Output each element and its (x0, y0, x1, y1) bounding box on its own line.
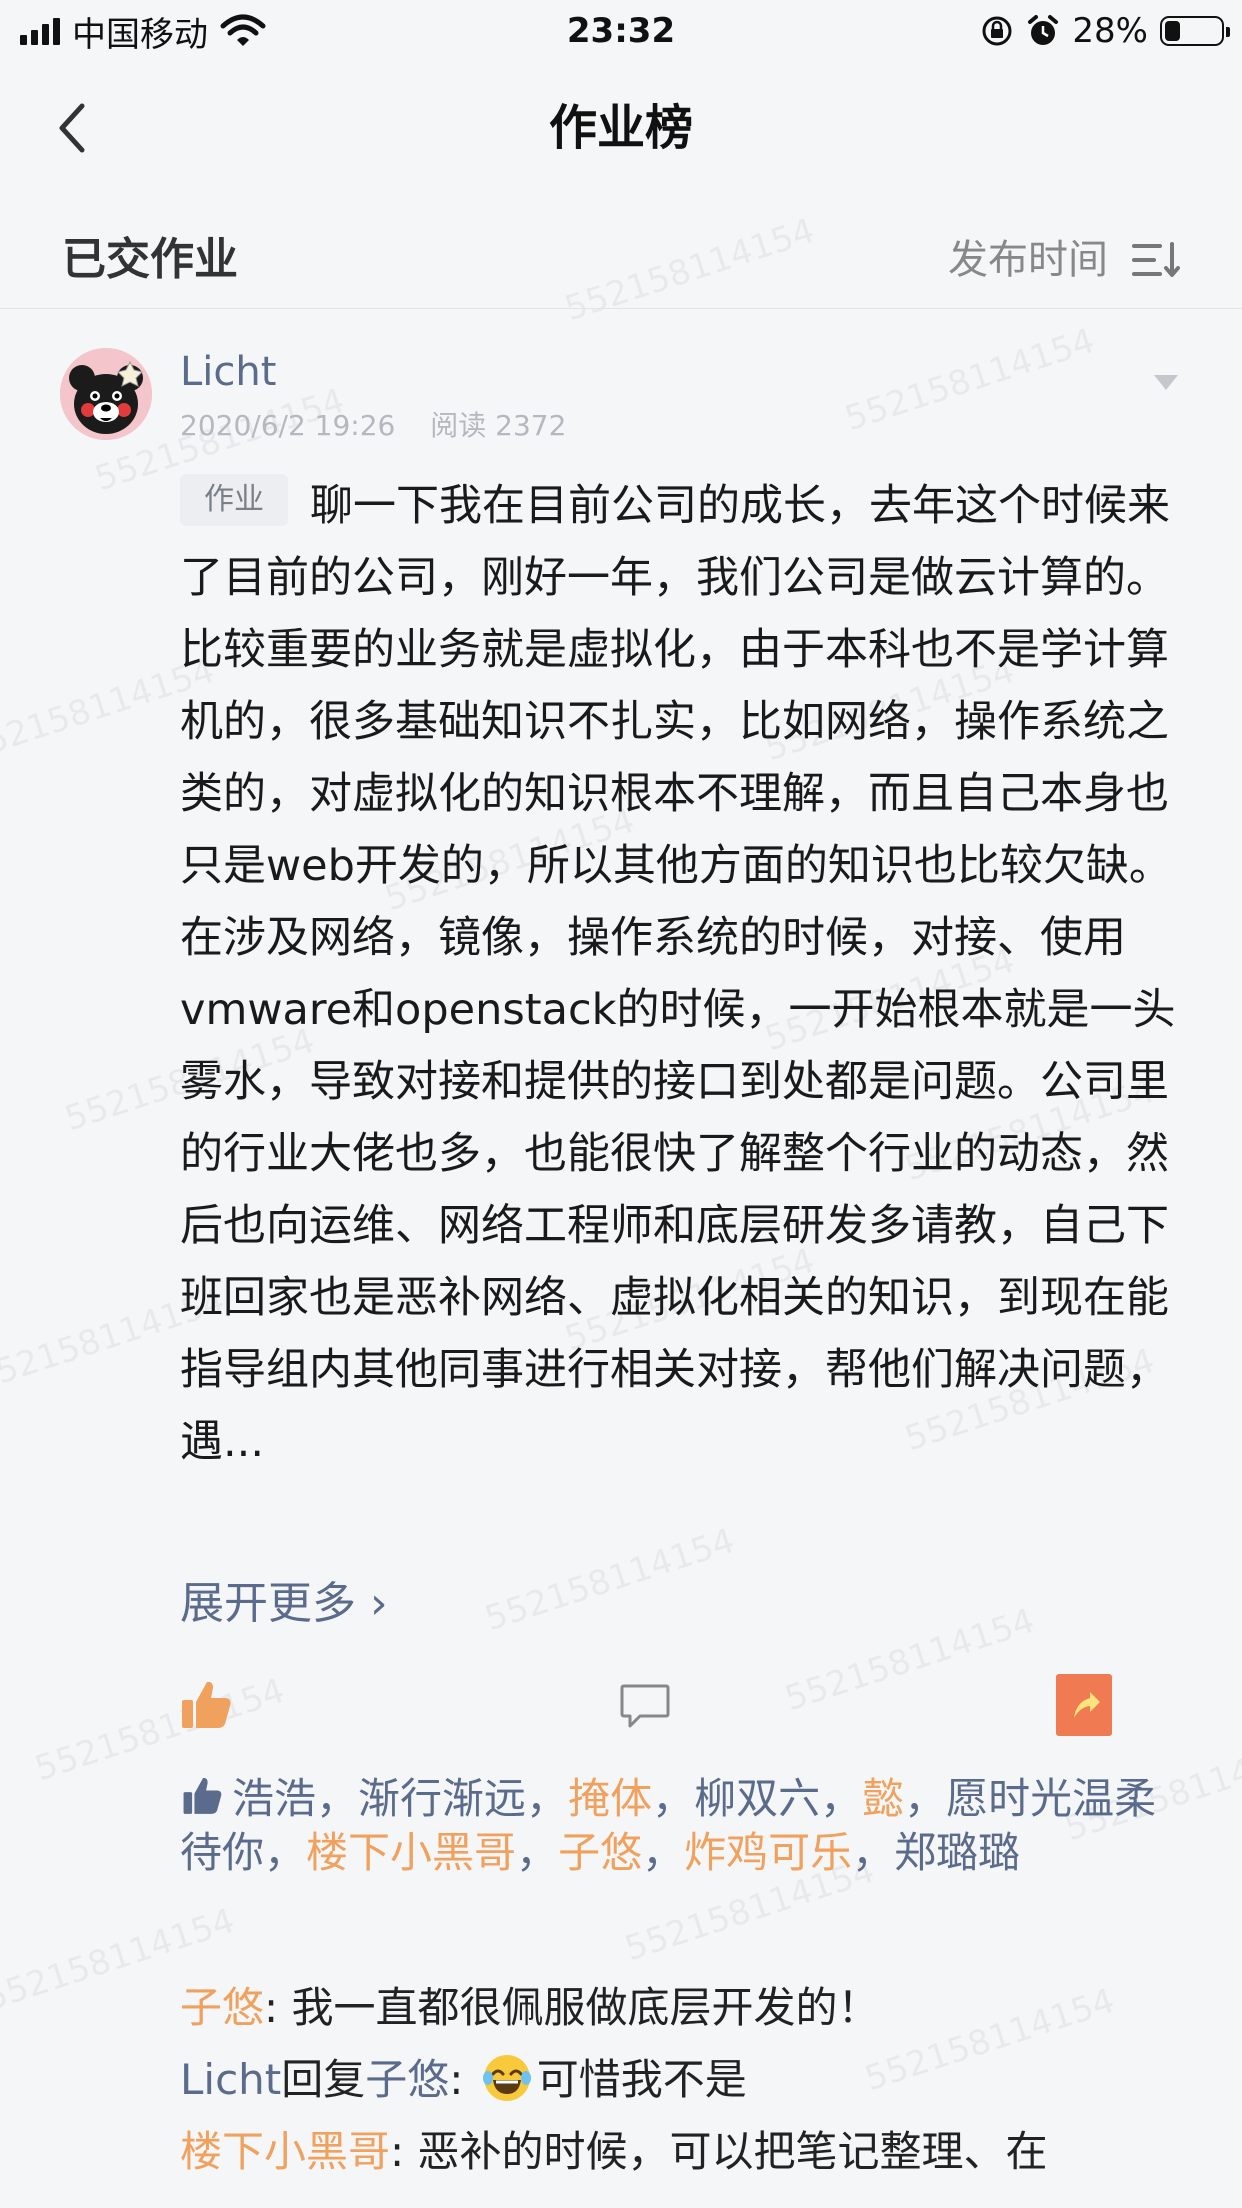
share-button[interactable] (1056, 1674, 1112, 1736)
comment-author[interactable]: Licht (180, 2055, 281, 2104)
battery-percent: 28% (1072, 11, 1148, 51)
liker-name[interactable]: 掩体 (568, 1774, 652, 1823)
section-header: 已交作业 发布时间 (0, 212, 1242, 309)
thumbs-up-icon (183, 1778, 222, 1814)
avatar[interactable] (60, 348, 152, 440)
navigation-bar: 作业榜 (0, 62, 1242, 192)
laughing-emoji-icon (482, 2055, 531, 2101)
liker-name[interactable]: 炸鸡可乐 (684, 1828, 852, 1877)
liker-separator: ， (652, 1774, 695, 1823)
comment-button[interactable] (618, 1682, 672, 1732)
post-content: 作业 聊一下我在目前公司的成长，去年这个时候来了目前的公司，刚好一年，我们公司是做… (180, 470, 1180, 1478)
liker-name[interactable]: 渐行渐远 (358, 1774, 526, 1823)
comment-reply-word: 回复 (281, 2055, 366, 2104)
post-read-count: 阅读 2372 (430, 409, 567, 442)
expand-more-link[interactable]: 展开更多 › (180, 1572, 388, 1636)
liker-name[interactable]: 子悠 (558, 1828, 642, 1877)
sort-icon[interactable] (1132, 240, 1180, 280)
post-body: 聊一下我在目前公司的成长，去年这个时候来了目前的公司，刚好一年，我们公司是做云计… (180, 481, 1176, 1467)
liker-name[interactable]: 柳双六 (694, 1774, 820, 1823)
comment-text: 可惜我不是 (536, 2055, 747, 2104)
orientation-lock-icon (982, 16, 1012, 46)
status-bar: 中国移动 23:32 28% (0, 0, 1242, 62)
liker-separator: ， (904, 1774, 947, 1823)
liker-name[interactable]: 浩浩 (232, 1774, 316, 1823)
liker-separator: ， (316, 1774, 359, 1823)
bear-avatar-icon (60, 348, 152, 440)
post-meta: 2020/6/2 19:26 阅读 2372 (180, 406, 566, 446)
comment-author[interactable]: 楼下小黑哥 (180, 2127, 390, 2176)
post-date: 2020/6/2 19:26 (180, 409, 396, 442)
watermark: 552158114154 (840, 320, 1100, 440)
liker-separator: ， (642, 1828, 685, 1877)
liker-name[interactable]: 楼下小黑哥 (306, 1828, 516, 1877)
liker-name[interactable]: 懿 (862, 1774, 904, 1823)
likes-list: 浩浩，渐行渐远，掩体，柳双六，懿，愿时光温柔待你，楼下小黑哥，子悠，炸鸡可乐，郑… (180, 1772, 1180, 1880)
comment-list: 子悠: 我一直都很佩服做底层开发的！ Licht回复子悠: 可惜我不是 楼下小黑… (180, 1972, 1180, 2188)
comment-item[interactable]: 子悠: 我一直都很佩服做底层开发的！ (180, 1972, 1180, 2044)
comment-text: : 恶补的时候，可以把笔记整理、在 (390, 2127, 1048, 2176)
comment-item[interactable]: 楼下小黑哥: 恶补的时候，可以把笔记整理、在 (180, 2116, 1180, 2188)
comment-text: : 我一直都很佩服做底层开发的！ (264, 1983, 880, 2032)
alarm-icon (1028, 15, 1059, 45)
liker-name[interactable]: 郑璐璐 (894, 1828, 1020, 1877)
watermark: 552158114154 (480, 1520, 740, 1640)
comment-author[interactable]: 子悠 (180, 1983, 264, 2032)
comment-reply-target[interactable]: 子悠 (365, 2055, 449, 2104)
post-actions (0, 1668, 1242, 1748)
likers-names: 浩浩，渐行渐远，掩体，柳双六，懿，愿时光温柔待你，楼下小黑哥，子悠，炸鸡可乐，郑… (180, 1774, 1156, 1877)
liker-separator: ， (526, 1774, 569, 1823)
liker-separator: ， (820, 1774, 863, 1823)
section-title: 已交作业 (62, 234, 238, 285)
battery-fill (1165, 21, 1180, 41)
comment-item[interactable]: Licht回复子悠: 可惜我不是 (180, 2044, 1180, 2116)
battery-icon (1160, 16, 1230, 46)
share-arrow-icon (1074, 1692, 1100, 1718)
liker-separator: ， (264, 1828, 307, 1877)
post-author[interactable]: Licht (180, 344, 276, 400)
sort-control[interactable]: 发布时间 (948, 230, 1180, 290)
like-button[interactable] (180, 1678, 234, 1732)
status-right: 28% (980, 8, 1230, 54)
page-title: 作业榜 (548, 100, 693, 156)
liker-separator: ， (516, 1828, 559, 1877)
post-tag: 作业 (180, 474, 288, 526)
liker-separator: ， (852, 1828, 895, 1877)
caret-down-icon[interactable] (1152, 372, 1180, 392)
sort-label: 发布时间 (948, 237, 1108, 283)
